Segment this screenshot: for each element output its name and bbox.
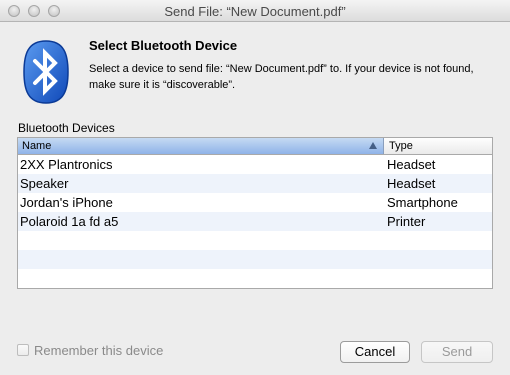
device-type: Headset: [387, 176, 436, 191]
empty-table-row: [18, 231, 492, 250]
cancel-button[interactable]: Cancel: [340, 341, 410, 363]
empty-table-row: [18, 250, 492, 269]
remember-device-label: Remember this device: [34, 343, 164, 358]
dialog-heading: Select Bluetooth Device: [89, 38, 238, 53]
window-title: Send File: “New Document.pdf”: [164, 4, 346, 19]
device-type: Printer: [387, 214, 426, 229]
column-header-name-label: Name: [22, 140, 52, 152]
remember-device-checkbox[interactable]: [17, 344, 29, 356]
device-rows: 2XX Plantronics Headset Speaker Headset …: [18, 155, 492, 288]
send-file-dialog: Send File: “New Document.pdf” Select Blu…: [0, 0, 510, 375]
device-type: Smartphone: [387, 195, 458, 210]
sort-ascending-icon: [369, 142, 377, 149]
empty-table-row: [18, 269, 492, 288]
devices-table: Name Type 2XX Plantronics Headset Speake…: [17, 137, 493, 289]
send-button[interactable]: Send: [421, 341, 493, 363]
table-row[interactable]: Polaroid 1a fd a5 Printer: [18, 212, 492, 231]
device-name: Polaroid 1a fd a5: [20, 214, 119, 229]
device-name: Speaker: [20, 176, 69, 191]
title-bar: Send File: “New Document.pdf”: [0, 0, 510, 22]
table-row[interactable]: 2XX Plantronics Headset: [18, 155, 492, 174]
table-row[interactable]: Jordan's iPhone Smartphone: [18, 193, 492, 212]
bluetooth-icon: [23, 40, 69, 104]
device-name: 2XX Plantronics: [20, 157, 113, 172]
table-header: Name Type: [18, 138, 492, 155]
devices-list-label: Bluetooth Devices: [18, 121, 115, 135]
column-header-type-label: Type: [389, 140, 413, 152]
device-type: Headset: [387, 157, 436, 172]
device-name: Jordan's iPhone: [20, 195, 113, 210]
table-row[interactable]: Speaker Headset: [18, 174, 492, 193]
column-header-name[interactable]: Name: [18, 138, 384, 154]
column-header-type[interactable]: Type: [384, 138, 492, 154]
dialog-description: Select a device to send file: “New Docum…: [89, 63, 474, 91]
